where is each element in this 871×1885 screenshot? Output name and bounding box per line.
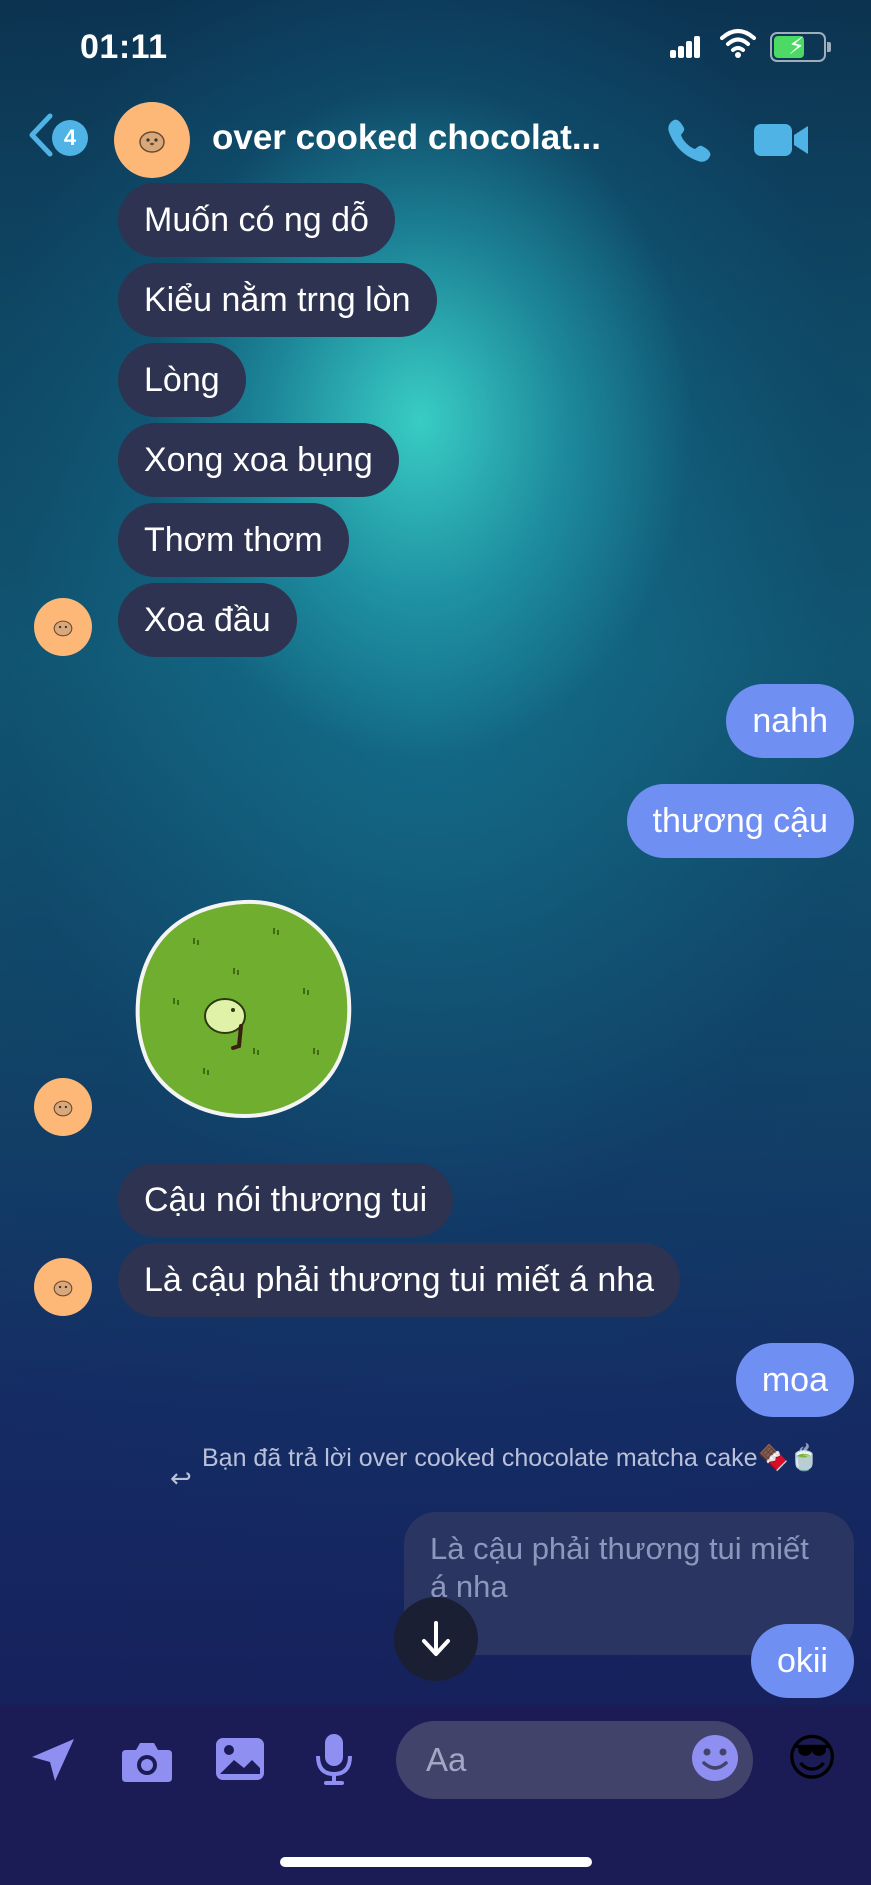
incoming-message[interactable]: Thơm thơm	[118, 503, 349, 577]
microphone-icon[interactable]	[314, 1732, 354, 1786]
arrow-down-icon	[422, 1621, 450, 1656]
status-time: 01:11	[80, 28, 168, 66]
incoming-message[interactable]: Xong xoa bụng	[118, 423, 399, 497]
incoming-message[interactable]: Là cậu phải thương tui miết á nha	[118, 1243, 681, 1317]
incoming-message[interactable]: Cậu nói thương tui	[118, 1163, 454, 1237]
scroll-to-bottom-button[interactable]	[394, 1597, 478, 1681]
camera-icon[interactable]	[120, 1738, 174, 1784]
outgoing-message[interactable]: thương cậu	[626, 784, 854, 858]
incoming-message[interactable]: Xoa đầu	[118, 583, 297, 657]
phone-icon[interactable]	[664, 114, 716, 166]
image-icon[interactable]	[214, 1734, 266, 1784]
hamster-avatar-icon	[53, 620, 73, 637]
grass-sticker[interactable]	[133, 898, 355, 1120]
incoming-message[interactable]: Lòng	[118, 343, 246, 417]
sender-avatar[interactable]	[34, 1258, 92, 1316]
contact-avatar[interactable]	[114, 102, 190, 178]
hamster-avatar-icon	[139, 131, 165, 153]
location-arrow-icon[interactable]	[28, 1735, 78, 1785]
video-camera-icon[interactable]	[752, 118, 810, 162]
incoming-message[interactable]: Kiểu nằm trng lòn	[118, 263, 437, 337]
sender-avatar[interactable]	[34, 598, 92, 656]
wifi-icon	[720, 29, 756, 58]
unread-count-badge: 4	[52, 120, 88, 156]
cellular-signal-icon	[670, 36, 702, 58]
reply-context-note: Bạn đã trả lời over cooked chocolate mat…	[202, 1444, 820, 1472]
outgoing-message[interactable]: moa	[735, 1343, 854, 1417]
outgoing-message[interactable]: okii	[750, 1624, 854, 1698]
hamster-avatar-icon	[53, 1280, 73, 1297]
chat-title[interactable]: over cooked chocolat...	[212, 118, 601, 158]
home-indicator	[280, 1857, 592, 1867]
battery-icon: ⚡	[770, 32, 831, 62]
outgoing-message[interactable]: nahh	[726, 684, 854, 758]
quick-reaction-button[interactable]: 😎	[786, 1730, 838, 1786]
hamster-avatar-icon	[53, 1100, 73, 1117]
smiley-icon[interactable]	[690, 1733, 740, 1783]
sender-avatar[interactable]	[34, 1078, 92, 1136]
incoming-message[interactable]: Muốn có ng dỗ	[118, 183, 395, 257]
